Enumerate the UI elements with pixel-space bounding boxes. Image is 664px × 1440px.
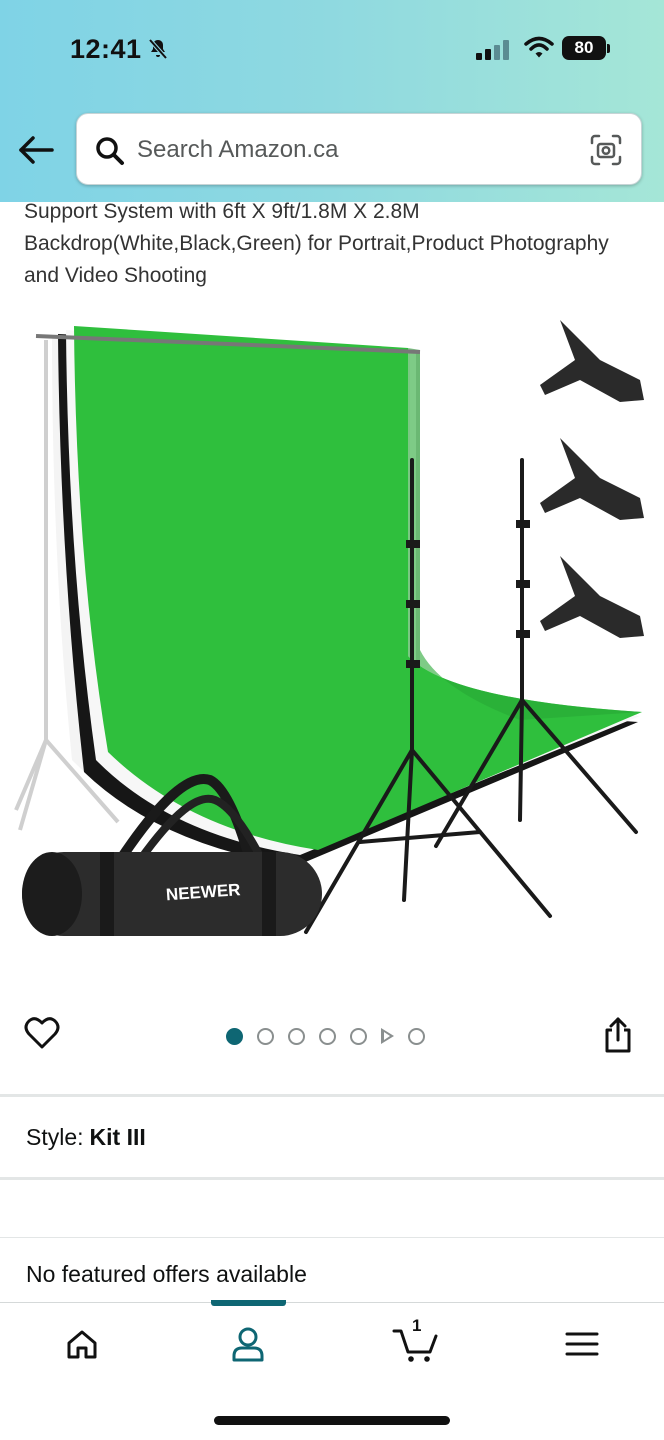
style-selector[interactable]: Style: Kit III <box>26 1124 146 1151</box>
cart-count-badge: 1 <box>412 1316 422 1335</box>
status-bar: 12:41 80 <box>0 28 664 74</box>
nav-menu[interactable] <box>552 1322 612 1366</box>
style-label: Style: <box>26 1124 84 1150</box>
home-icon <box>67 1330 97 1359</box>
battery-nub <box>607 44 610 53</box>
status-time: 12:41 <box>70 34 142 64</box>
home-indicator-bar <box>214 1416 450 1425</box>
person-icon <box>232 1327 264 1362</box>
muted-bell-icon <box>146 37 170 66</box>
nav-account[interactable] <box>218 1322 278 1366</box>
divider <box>0 1094 664 1097</box>
image-carousel-dots <box>226 1026 425 1046</box>
app-header: 12:41 80 <box>0 0 664 202</box>
battery-indicator: 80 <box>562 36 606 60</box>
divider <box>0 1237 664 1238</box>
carousel-dot-7[interactable] <box>408 1027 425 1045</box>
active-tab-indicator <box>211 1300 286 1306</box>
product-title[interactable]: Support System with 6ft X 9ft/1.8M X 2.8… <box>24 196 644 292</box>
arrow-left-icon <box>19 136 54 164</box>
carousel-video-play-icon[interactable] <box>381 1028 394 1044</box>
nav-home[interactable] <box>52 1322 112 1366</box>
carousel-dot-2[interactable] <box>257 1027 274 1045</box>
share-icon[interactable] <box>602 1016 634 1059</box>
carousel-dot-5[interactable] <box>350 1027 367 1045</box>
style-value: Kit III <box>89 1124 146 1150</box>
carousel-dot-4[interactable] <box>319 1027 336 1045</box>
camera-scan-icon[interactable] <box>589 133 623 172</box>
signal-icon <box>476 40 510 65</box>
product-image[interactable]: NEEWER <box>0 300 664 990</box>
search-bar[interactable] <box>76 113 642 185</box>
back-button[interactable] <box>16 132 60 172</box>
carousel-dot-3[interactable] <box>288 1027 305 1045</box>
wishlist-heart-icon[interactable] <box>24 1016 60 1055</box>
divider <box>0 1177 664 1180</box>
search-input[interactable] <box>137 128 577 172</box>
wifi-icon <box>524 36 554 65</box>
carousel-dot-1[interactable] <box>226 1027 243 1045</box>
search-icon <box>95 136 125 171</box>
offers-status: No featured offers available <box>26 1261 307 1287</box>
hamburger-menu-icon <box>565 1332 599 1356</box>
